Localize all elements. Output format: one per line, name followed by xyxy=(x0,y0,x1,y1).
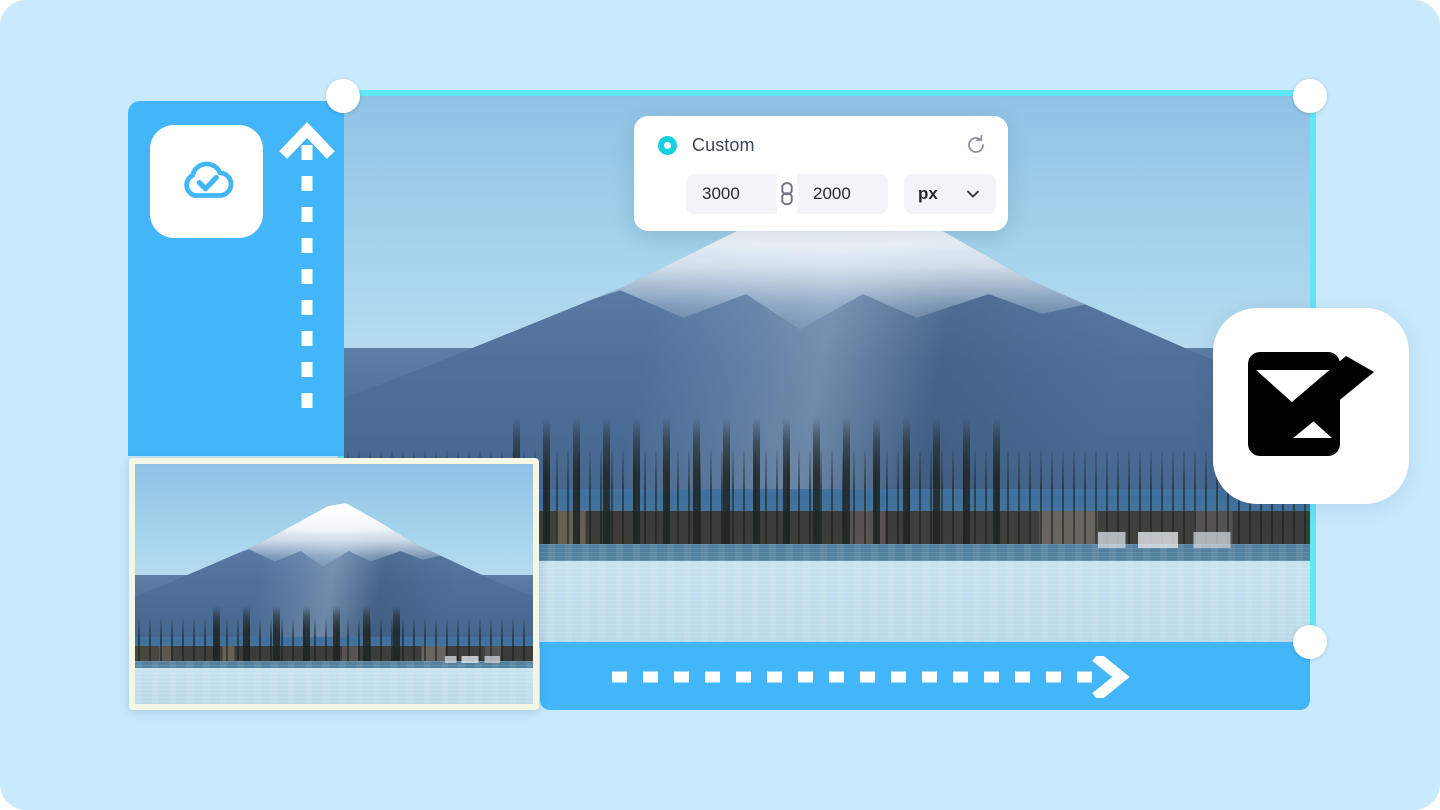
mount-fuji-photo-small xyxy=(135,464,533,704)
radio-custom[interactable] xyxy=(658,135,677,155)
dashed-right-arrow-icon xyxy=(608,652,1148,702)
poplar-trees xyxy=(198,605,414,661)
unit-select[interactable]: px xyxy=(904,174,996,214)
lake-water xyxy=(135,660,533,704)
height-input[interactable] xyxy=(797,174,888,214)
capcut-mark-icon xyxy=(1242,346,1380,467)
unit-select-value: px xyxy=(918,184,938,203)
chevron-down-icon xyxy=(964,185,982,203)
poplar-trees xyxy=(498,418,1021,544)
resize-handle-bottom-right[interactable] xyxy=(1293,625,1327,659)
reset-icon[interactable] xyxy=(964,133,988,157)
export-bar xyxy=(540,642,1310,710)
thumbnail-image xyxy=(135,464,533,704)
upload-badge[interactable] xyxy=(150,125,263,238)
source-image-thumbnail[interactable] xyxy=(129,458,539,710)
resize-popover-header: Custom xyxy=(634,116,1008,174)
dimension-controls: px xyxy=(686,174,996,214)
resize-handle-top-right[interactable] xyxy=(1293,79,1327,113)
resize-handle-top-left[interactable] xyxy=(326,79,360,113)
upload-panel xyxy=(128,101,344,456)
capcut-logo xyxy=(1213,308,1409,504)
app-canvas: Custom px xyxy=(0,0,1440,810)
resize-popover: Custom px xyxy=(634,116,1008,231)
custom-preset-label: Custom xyxy=(692,134,755,155)
link-dimensions-icon[interactable] xyxy=(776,179,798,209)
dashed-up-arrow-icon xyxy=(276,117,338,422)
width-input[interactable] xyxy=(686,174,777,214)
cloud-check-icon xyxy=(174,146,240,217)
